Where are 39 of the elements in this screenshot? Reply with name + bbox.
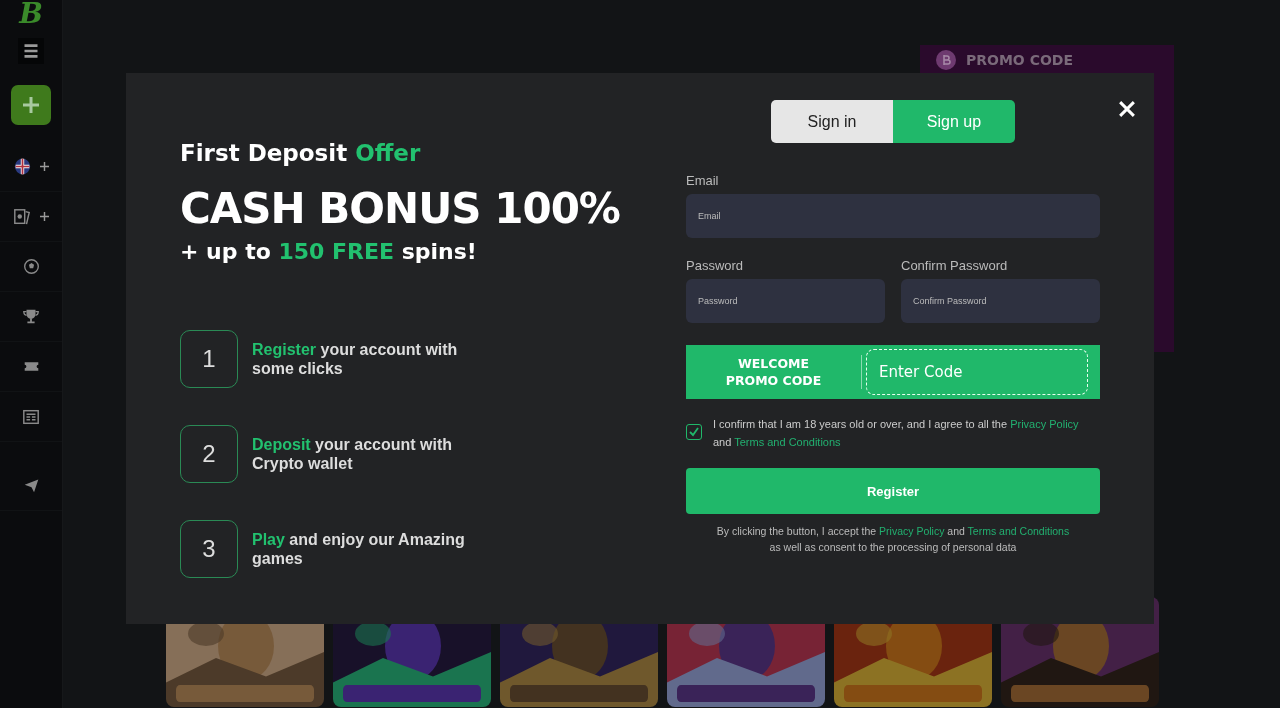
trophy-icon[interactable]: [22, 307, 40, 326]
terms-link[interactable]: Terms and Conditions: [734, 436, 841, 448]
banner-title: PROMO CODE: [966, 52, 1073, 68]
email-field[interactable]: Email: [686, 194, 1100, 238]
offer-title: First Deposit Offer: [180, 140, 422, 166]
flag-icon[interactable]: [13, 158, 31, 175]
privacy-policy-link[interactable]: Privacy Policy: [879, 525, 945, 537]
close-icon[interactable]: [1119, 101, 1135, 117]
step-number: 1: [180, 330, 238, 388]
privacy-policy-link[interactable]: Privacy Policy: [1010, 418, 1079, 430]
consent-text: I confirm that I am 18 years old or over, and I agree to all the Privacy Policy and Terms and Conditions: [713, 417, 1080, 450]
bonus-headline: CASH BONUS 100%: [180, 184, 621, 233]
password-field[interactable]: Password: [686, 279, 885, 323]
promo-code-field[interactable]: Enter Code: [866, 349, 1088, 395]
send-icon[interactable]: [22, 477, 40, 494]
step-number: 2: [180, 425, 238, 483]
confirm-password-field[interactable]: Confirm Password: [901, 279, 1100, 323]
plus-icon[interactable]: [40, 212, 49, 221]
legal-note: By clicking the button, I accept the Privacy Policy and Terms and Conditions as well as consent to the processing of personal data: [715, 524, 1071, 555]
plus-icon: [21, 95, 41, 115]
consent-checkbox[interactable]: [686, 424, 702, 440]
field-label: Password: [686, 258, 745, 273]
cards-icon[interactable]: [13, 207, 31, 226]
field-label: Confirm Password: [901, 258, 1009, 273]
step-text: Register your account with some clicks: [252, 340, 459, 378]
news-icon[interactable]: [22, 407, 40, 426]
add-button[interactable]: [11, 85, 51, 125]
plus-icon[interactable]: [39, 162, 49, 171]
step-text: Deposit your account with Crypto wallet: [252, 435, 453, 473]
logo[interactable]: B: [19, 0, 43, 30]
terms-link[interactable]: Terms and Conditions: [967, 525, 1070, 537]
field-label: Email: [686, 173, 720, 188]
spins-subtitle: + up to 150 FREE spins!: [180, 239, 478, 264]
bitcoin-icon: [936, 50, 956, 70]
promo-code-label: WELCOME PROMO CODE: [686, 355, 862, 389]
step-text: Play and enjoy our Amazing games: [252, 530, 466, 568]
menu-icon[interactable]: [18, 38, 44, 64]
auth-tab[interactable]: Sign in: [771, 100, 893, 143]
step-number: 3: [180, 520, 238, 578]
